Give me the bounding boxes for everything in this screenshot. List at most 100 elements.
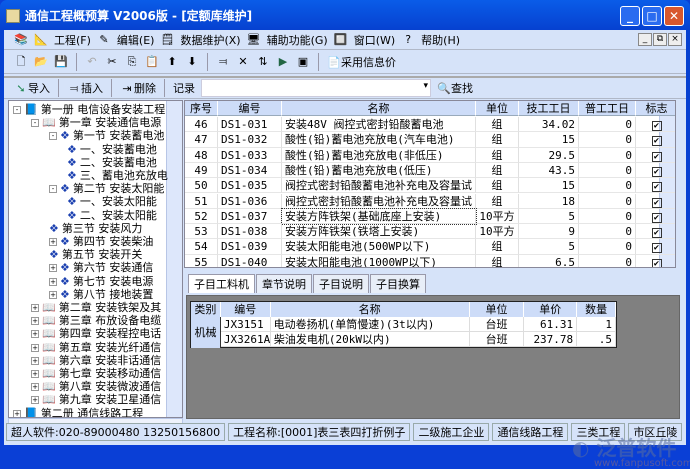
import-button[interactable]: ➘ 导入 bbox=[14, 80, 50, 96]
flag-checkbox[interactable]: ✔ bbox=[636, 163, 675, 179]
column-header[interactable]: 数量 bbox=[577, 302, 616, 317]
sort-icon[interactable]: ⇅ bbox=[256, 55, 270, 69]
cut-icon[interactable]: ✂ bbox=[105, 55, 119, 69]
table-row[interactable]: JX3261A 柴油发电机(20kW以内) 台班 237.78.5 bbox=[191, 332, 616, 347]
expand-icon[interactable]: + bbox=[49, 238, 57, 246]
table-row[interactable]: 49 DS1-034 酸性(铅)蓄电池充放电(低压) 组 43.5 0 ✔ bbox=[185, 162, 675, 179]
expand-icon[interactable]: + bbox=[31, 383, 39, 392]
table-row[interactable]: JX3151 电动卷扬机(单筒慢速)(3t以内) 台班 61.31 1 bbox=[191, 317, 616, 332]
collapse-icon[interactable]: - bbox=[31, 119, 39, 128]
expand-icon[interactable]: + bbox=[31, 370, 39, 378]
expand-icon[interactable]: + bbox=[31, 396, 39, 405]
chart-icon[interactable]: 📐 bbox=[34, 33, 48, 47]
mdi-close-button[interactable]: × bbox=[668, 33, 682, 46]
expand-icon[interactable]: + bbox=[13, 409, 21, 417]
menu-item-5[interactable]: 帮助(H) bbox=[421, 32, 460, 48]
expand-icon[interactable]: + bbox=[31, 304, 39, 312]
flag-checkbox[interactable]: ✔ bbox=[636, 194, 675, 209]
tab-1[interactable]: 章节说明 bbox=[256, 274, 312, 293]
copy-icon[interactable]: ⎘ bbox=[125, 55, 139, 69]
tree-node[interactable]: - ❖ 第一节 安装蓄电池 bbox=[49, 129, 164, 143]
column-header[interactable]: 编号 bbox=[218, 101, 282, 117]
table-row[interactable]: 53 DS1-038 安装方阵铁架(铁塔上安装) 10平方 9 0 ✔ bbox=[185, 224, 675, 240]
menu-item-2[interactable]: 数据维护(X) bbox=[180, 32, 240, 48]
expand-icon[interactable]: + bbox=[31, 343, 39, 352]
move-down-icon[interactable]: ⬇ bbox=[185, 55, 199, 69]
insert-button[interactable]: ⫤ 插入 bbox=[67, 80, 103, 96]
collapse-icon[interactable]: - bbox=[49, 132, 57, 141]
table-row[interactable]: 52 DS1-037 安装方阵铁架(基础底座上安装) 10平方 5 0 ✔ bbox=[185, 207, 675, 226]
flag-checkbox[interactable]: ✔ bbox=[636, 148, 675, 163]
flag-checkbox[interactable]: ✔ bbox=[636, 224, 675, 240]
tree-node[interactable]: ❖ 三、蓄电池充放电 bbox=[67, 169, 168, 183]
column-header[interactable]: 类别 bbox=[191, 302, 221, 317]
column-header[interactable]: 编号 bbox=[220, 302, 271, 317]
tree-node[interactable]: + 📘 第二册 通信线路工程 bbox=[13, 407, 143, 417]
flag-checkbox[interactable]: ✔ bbox=[636, 255, 675, 267]
collapse-icon[interactable]: - bbox=[13, 106, 21, 114]
paste-icon[interactable]: 📋 bbox=[145, 55, 159, 69]
tree-node[interactable]: + 📖 第六章 安装非话通信 bbox=[31, 354, 161, 368]
tree-node[interactable]: ❖ 一、安装太阳能 bbox=[67, 195, 157, 209]
expand-icon[interactable]: + bbox=[49, 290, 57, 299]
tree-node[interactable]: + 📖 第九章 安装卫星通信 bbox=[31, 393, 161, 407]
mdi-minimize-button[interactable]: _ bbox=[638, 33, 652, 46]
column-header[interactable]: 技工工日 bbox=[519, 101, 579, 117]
mdi-restore-button[interactable]: ⧉ bbox=[653, 33, 667, 46]
delete-button[interactable]: ⇥ 删除 bbox=[120, 80, 156, 96]
column-header[interactable]: 单位 bbox=[469, 302, 525, 317]
find-button[interactable]: 🔍查找 bbox=[437, 80, 473, 96]
flag-checkbox[interactable]: ✔ bbox=[636, 239, 675, 255]
tree-node[interactable]: ❖ 二、安装蓄电池 bbox=[67, 156, 157, 170]
tab-2[interactable]: 子目说明 bbox=[313, 274, 369, 293]
menu-item-1[interactable]: 编辑(E) bbox=[117, 32, 155, 48]
table-row[interactable]: 48 DS1-033 酸性(铅)蓄电池充放电(非低压) 组 29.5 0 ✔ bbox=[185, 147, 675, 163]
tree-node[interactable]: + 📖 第二章 安装铁架及其 bbox=[31, 301, 161, 315]
expand-icon[interactable]: + bbox=[31, 317, 39, 326]
column-header[interactable]: 单价 bbox=[524, 302, 578, 317]
table-row[interactable]: 47 DS1-032 酸性(铅)蓄电池充放电(汽车电池) 组 15 0 ✔ bbox=[185, 132, 675, 148]
tree-node[interactable]: + ❖ 第四节 安装柴油 bbox=[49, 235, 153, 249]
open-folder-icon[interactable]: 📂 bbox=[34, 55, 48, 69]
expand-icon[interactable]: + bbox=[49, 277, 57, 286]
undo-icon[interactable]: ↶ bbox=[85, 55, 99, 69]
flag-checkbox[interactable]: ✔ bbox=[636, 132, 675, 148]
flag-checkbox[interactable]: ✔ bbox=[636, 209, 675, 225]
expand-icon[interactable]: + bbox=[49, 264, 57, 273]
tree-node[interactable]: + ❖ 第六节 安装通信 bbox=[49, 261, 153, 275]
tree-node[interactable]: + ❖ 第七节 安装电源 bbox=[49, 275, 153, 289]
maximize-button[interactable]: □ bbox=[642, 6, 662, 26]
tree-vertical-scrollbar[interactable] bbox=[166, 101, 182, 417]
flag-checkbox[interactable]: ✔ bbox=[636, 117, 675, 133]
insert-row-icon[interactable]: ⫤ bbox=[216, 55, 230, 69]
new-file-icon[interactable]: 🗋 bbox=[14, 55, 28, 69]
adopt-info-price-button[interactable]: 📄采用信息价 bbox=[327, 54, 396, 70]
tab-3[interactable]: 子目换算 bbox=[370, 274, 426, 293]
flag-checkbox[interactable]: ✔ bbox=[636, 178, 675, 194]
tree-node[interactable]: + ❖ 第八节 接地装置 bbox=[49, 288, 153, 302]
books-icon[interactable]: 📚 bbox=[14, 33, 28, 47]
menu-item-4[interactable]: 窗口(W) bbox=[354, 32, 395, 48]
table-row[interactable]: 51 DS1-036 阀控式密封铅酸蓄电池补充电及容量试组 18 0 ✔ bbox=[185, 193, 675, 209]
record-search-combobox[interactable] bbox=[201, 79, 431, 97]
expand-icon[interactable]: + bbox=[31, 356, 39, 365]
table-row[interactable]: 46 DS1-031 安装48V 阀控式密封铅酸蓄电池组 34.02 0 ✔ bbox=[185, 117, 675, 133]
expand-icon[interactable]: + bbox=[31, 330, 39, 339]
save-icon[interactable]: 💾 bbox=[54, 55, 68, 69]
window-icon[interactable]: ▣ bbox=[296, 55, 310, 69]
menu-item-3[interactable]: 辅助功能(G) bbox=[267, 32, 328, 48]
column-header[interactable]: 标志 bbox=[636, 101, 675, 117]
column-header[interactable]: 名称 bbox=[270, 302, 470, 317]
tree-node[interactable]: + 📖 第四章 安装程控电话 bbox=[31, 327, 161, 341]
table-row[interactable]: 55 DS1-040 安装太阳能电池(1000WP以下) 组 6.5 0 ✔ bbox=[185, 254, 675, 267]
delete-icon[interactable]: ✕ bbox=[236, 55, 250, 69]
table-row[interactable]: 54 DS1-039 安装太阳能电池(500WP以下) 组 5 0 ✔ bbox=[185, 239, 675, 255]
table-row[interactable]: 50 DS1-035 阀控式密封铅酸蓄电池补充电及容量试组 15 0 ✔ bbox=[185, 178, 675, 194]
chapter-tree[interactable]: - 📘 第一册 电信设备安装工程 - 📖 第一章 安装通信电源 - ❖ 第一节 安装蓄电池 ❖ 一、… bbox=[8, 100, 183, 418]
menu-item-0[interactable]: 工程(F) bbox=[54, 32, 91, 48]
column-header[interactable]: 单位 bbox=[476, 101, 519, 117]
minimize-button[interactable]: _ bbox=[620, 6, 640, 26]
tree-node[interactable]: ❖ 二、安装太阳能 bbox=[67, 209, 157, 223]
tree-node[interactable]: + 📖 第五章 安装光纤通信 bbox=[31, 341, 161, 355]
run-icon[interactable]: ▶ bbox=[276, 55, 290, 69]
